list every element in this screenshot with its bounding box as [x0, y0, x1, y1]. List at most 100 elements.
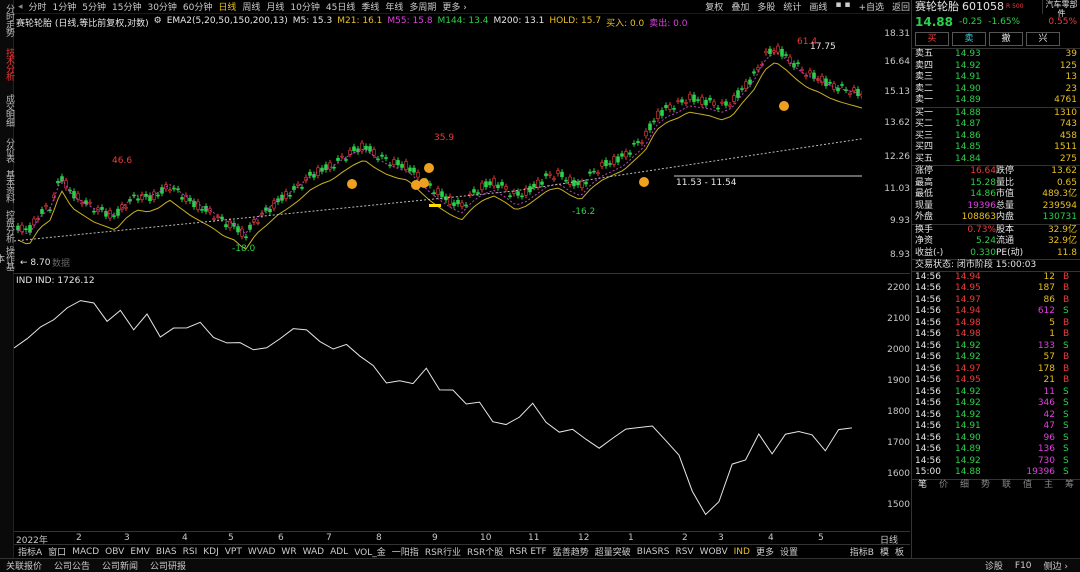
ind-chart[interactable]: [14, 288, 862, 530]
tab-intraday[interactable]: 分时: [29, 0, 47, 13]
panel-tab[interactable]: 势: [975, 480, 996, 491]
back-icon[interactable]: ◂: [18, 2, 23, 12]
multi-stock-button[interactable]: 多股: [757, 0, 775, 13]
order-book-row[interactable]: 卖四 14.92 125: [912, 61, 1080, 73]
overlay-button[interactable]: 叠加: [731, 0, 749, 13]
pane-divider: [14, 273, 910, 274]
footer-diagnose[interactable]: 诊股: [985, 559, 1003, 572]
tick-row: 14:56 14.92 346 S: [912, 398, 1080, 410]
tab-rsr-stock[interactable]: RSR个股: [467, 545, 503, 558]
tab-vol-gold[interactable]: VOL_金: [354, 545, 386, 558]
tab-indicator-b[interactable]: 指标B: [850, 545, 874, 558]
price-chart[interactable]: [14, 26, 862, 274]
tab-monthly[interactable]: 月线: [266, 0, 284, 13]
tab-rsr-industry[interactable]: RSR行业: [425, 545, 461, 558]
tab-breakout[interactable]: 超量突破: [595, 545, 631, 558]
panel-tab[interactable]: 值: [1017, 480, 1038, 491]
tab-rsv[interactable]: RSV: [675, 547, 693, 557]
tab-wobv[interactable]: WOBV: [700, 547, 728, 557]
tab-ind[interactable]: IND: [734, 547, 750, 557]
draw-button[interactable]: 画线: [809, 0, 827, 13]
cancel-order-button[interactable]: 撤: [989, 32, 1023, 46]
tab-more[interactable]: 更多 ›: [442, 0, 466, 13]
tab-30min[interactable]: 30分钟: [147, 0, 176, 13]
ind-name[interactable]: IND: [16, 276, 32, 286]
tab-daily[interactable]: 日线: [218, 0, 236, 13]
tab-weekly[interactable]: 周线: [242, 0, 260, 13]
panel-tab[interactable]: 细: [954, 480, 975, 491]
tab-wr[interactable]: WR: [281, 547, 296, 557]
side-tab-trades[interactable]: 成交明细: [0, 90, 14, 130]
buy-button[interactable]: 买: [915, 32, 949, 46]
tab-trend[interactable]: 猛善趋势: [553, 545, 589, 558]
panel-tab[interactable]: 笔: [912, 480, 933, 491]
side-tab-price-table[interactable]: 分价表: [0, 134, 14, 166]
tab-rsr-etf[interactable]: RSR ETF: [509, 547, 546, 557]
book-level: 卖三: [915, 72, 934, 82]
tab-obv[interactable]: OBV: [105, 547, 124, 557]
order-book-row[interactable]: 卖一 14.89 4761: [912, 95, 1080, 107]
tab-indicator-a[interactable]: 指标A: [18, 545, 42, 558]
panel-tab[interactable]: 联: [996, 480, 1017, 491]
tick-row: 14:56 14.95 187 B: [912, 283, 1080, 295]
side-tab-control[interactable]: 控盘分析: [0, 210, 14, 242]
order-book-row[interactable]: 买三 14.86 458: [912, 131, 1080, 143]
sell-button[interactable]: 卖: [952, 32, 986, 46]
tab-vpt[interactable]: VPT: [225, 547, 242, 557]
tab-window[interactable]: 窗口: [48, 545, 66, 558]
stat-label: 市值: [996, 189, 1015, 199]
stats-button[interactable]: 统计: [783, 0, 801, 13]
tab-10min[interactable]: 10分钟: [290, 0, 319, 13]
tab-rsi[interactable]: RSI: [183, 547, 198, 557]
tab-5min[interactable]: 5分钟: [82, 0, 106, 13]
return-button[interactable]: 返回: [892, 0, 910, 13]
tab-wad[interactable]: WAD: [303, 547, 325, 557]
order-book-row[interactable]: 卖三 14.91 13: [912, 72, 1080, 84]
tab-wvad[interactable]: WVAD: [248, 547, 276, 557]
exchange-button[interactable]: 兴: [1026, 32, 1060, 46]
side-tab-profile[interactable]: 基本资料: [0, 166, 14, 206]
panel-tab[interactable]: 价: [933, 480, 954, 491]
tab-multi-period[interactable]: 多周期: [409, 0, 436, 13]
footer-announcements[interactable]: 公司公告: [54, 559, 90, 572]
footer-related-quotes[interactable]: 关联报价: [6, 559, 42, 572]
tab-kdj[interactable]: KDJ: [203, 547, 219, 557]
order-book-row[interactable]: 卖五 14.93 39: [912, 49, 1080, 61]
tab-template[interactable]: 模: [880, 545, 889, 558]
footer-sidebar[interactable]: 侧边 ›: [1044, 559, 1068, 572]
tab-emv[interactable]: EMV: [130, 547, 150, 557]
tab-adl[interactable]: ADL: [330, 547, 348, 557]
tab-1min[interactable]: 1分钟: [53, 0, 77, 13]
tab-45day[interactable]: 45日线: [326, 0, 355, 13]
tab-board[interactable]: 板: [895, 545, 904, 558]
add-watchlist-button[interactable]: +自选: [858, 0, 884, 13]
tab-15min[interactable]: 15分钟: [112, 0, 141, 13]
tab-settings[interactable]: 设置: [780, 545, 798, 558]
side-tab-technical[interactable]: 技术分析: [0, 44, 14, 84]
stat-row: 外盘 108863 内盘 130731: [912, 212, 1080, 224]
order-book-row[interactable]: 买四 14.85 1511: [912, 142, 1080, 154]
layout-icon[interactable]: ▪ ▪: [835, 0, 850, 13]
tab-more-indicators[interactable]: 更多: [756, 545, 774, 558]
footer-research[interactable]: 公司研报: [150, 559, 186, 572]
tab-yearly[interactable]: 年线: [385, 0, 403, 13]
order-book-row[interactable]: 买二 14.87 743: [912, 119, 1080, 131]
footer-news[interactable]: 公司新闻: [102, 559, 138, 572]
tab-biasrs[interactable]: BIASRS: [637, 547, 670, 557]
sector-name[interactable]: 汽车零部件: [1042, 0, 1080, 18]
panel-tab[interactable]: 筹: [1059, 480, 1080, 491]
footer-f10[interactable]: F10: [1015, 561, 1032, 571]
order-book-row[interactable]: 买一 14.88 1310: [912, 108, 1080, 120]
tab-quarterly[interactable]: 季线: [361, 0, 379, 13]
order-book-row[interactable]: 卖二 14.90 23: [912, 84, 1080, 96]
tab-bias[interactable]: BIAS: [156, 547, 177, 557]
side-tab-basic[interactable]: 操作基本: [0, 244, 14, 272]
tab-yiyangzhi[interactable]: 一阳指: [392, 545, 419, 558]
order-book-row[interactable]: 买五 14.84 275: [912, 154, 1080, 166]
adjust-button[interactable]: 复权: [705, 0, 723, 13]
panel-tab[interactable]: 主: [1038, 480, 1059, 491]
tick-time: 14:56: [915, 306, 941, 316]
side-tab-intraday[interactable]: 分时走势: [0, 2, 14, 38]
tab-macd[interactable]: MACD: [72, 547, 99, 557]
tab-60min[interactable]: 60分钟: [183, 0, 212, 13]
